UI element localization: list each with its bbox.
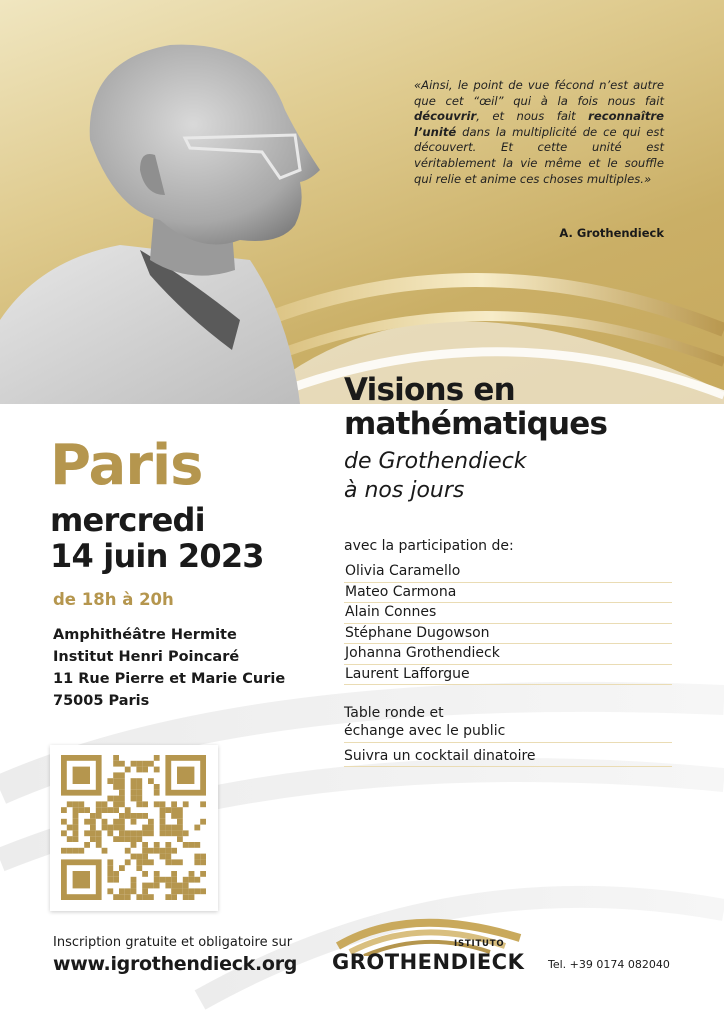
event-poster: «Ainsi, le point de vue fécond n’est aut… (0, 0, 724, 1024)
logo-text-grothendieck: GROTHENDIECK (332, 950, 525, 974)
participation-label: avec la participation de: (344, 538, 514, 554)
event-title-line1: Visions en (344, 372, 516, 408)
event-subtitle-line2: à nos jours (344, 478, 465, 503)
event-time: de 18h à 20h (53, 590, 174, 609)
participant-name: Stéphane Dugowson (344, 624, 672, 644)
cocktail-note: Suivra un cocktail dinatoire (344, 747, 672, 767)
participant-name: Johanna Grothendieck (344, 644, 672, 665)
qr-code-icon[interactable] (60, 755, 208, 901)
venue-line: 75005 Paris (53, 693, 150, 709)
event-subtitle: de Grothendieck à nos jours (344, 447, 527, 505)
participant-name: Laurent Lafforgue (344, 665, 672, 685)
participants-list: Olivia Caramello Mateo Carmona Alain Con… (344, 562, 672, 685)
event-subtitle-line1: de Grothendieck (344, 449, 527, 474)
quote-author: A. Grothendieck (559, 226, 664, 240)
venue-line: Institut Henri Poincaré (53, 649, 240, 665)
venue-line: 11 Rue Pierre et Marie Curie (53, 671, 286, 687)
roundtable-line2: échange avec le public (344, 722, 506, 739)
grothendieck-quote: «Ainsi, le point de vue fécond n’est aut… (414, 78, 664, 187)
event-date: mercredi 14 juin 2023 (50, 501, 265, 575)
logo-text-istituto: ISTITUTO (454, 939, 505, 949)
qr-code-card[interactable] (50, 745, 218, 911)
roundtable-note: Table ronde et échange avec le public (344, 705, 672, 743)
participant-name: Alain Connes (344, 603, 672, 624)
quote-text: «Ainsi, le point de vue fécond n’est aut… (414, 78, 664, 108)
phone-number: Tel. +39 0174 082040 (548, 958, 670, 971)
event-title-line2: mathématiques (344, 406, 608, 442)
roundtable-line1: Table ronde et (344, 705, 444, 721)
event-city: Paris (50, 433, 203, 498)
website-link[interactable]: www.igrothendieck.org (53, 953, 297, 975)
signup-text: Inscription gratuite et obligatoire sur (53, 935, 293, 950)
portrait-photo (0, 44, 320, 404)
venue-line: Amphithéâtre Hermite (53, 627, 237, 643)
event-title: Visions en mathématiques (344, 372, 608, 442)
quote-text: , et nous fait (476, 109, 589, 124)
event-venue: Amphithéâtre Hermite Institut Henri Poin… (53, 624, 285, 712)
quote-emphasis: découvrir (414, 109, 477, 124)
participant-name: Mateo Carmona (344, 583, 672, 603)
participant-name: Olivia Caramello (344, 562, 672, 583)
istituto-grothendieck-logo: ISTITUTO GROTHENDIECK (330, 906, 530, 978)
event-weekday: mercredi (50, 501, 206, 539)
event-day-month-year: 14 juin 2023 (50, 537, 265, 575)
